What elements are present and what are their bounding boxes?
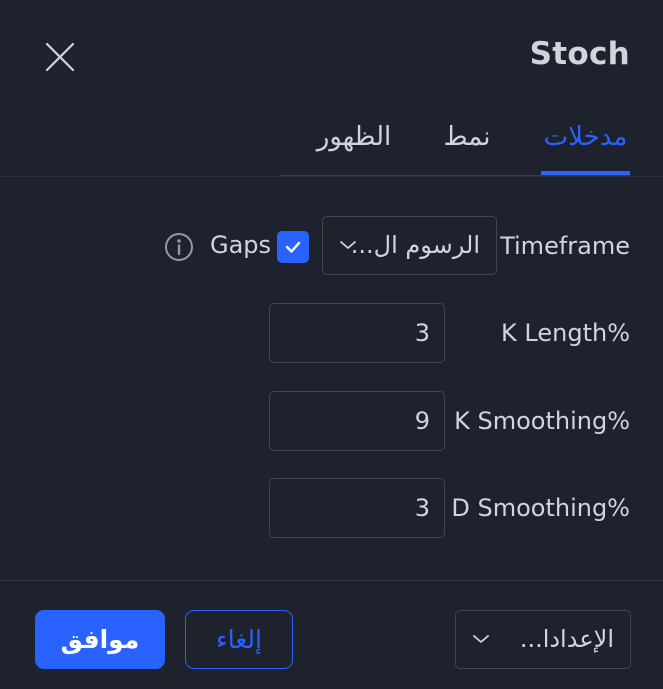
footer-divider	[0, 580, 663, 581]
header-divider	[0, 176, 663, 177]
d-smoothing-input[interactable]	[269, 478, 445, 538]
timeframe-value: الرسوم ال...	[350, 231, 480, 259]
gaps-checkbox[interactable]	[277, 231, 309, 263]
close-button[interactable]	[40, 37, 80, 77]
defaults-value: الإعدادا...	[519, 625, 614, 653]
checkmark-icon	[285, 241, 301, 253]
cancel-button[interactable]: إلغاء	[185, 610, 293, 669]
ok-button[interactable]: موافق	[35, 610, 165, 669]
tab-bar: مدخلات نمط الظهور	[280, 118, 630, 176]
tab-inputs[interactable]: مدخلات	[541, 118, 630, 176]
dialog-title: Stoch	[529, 36, 630, 72]
gaps-label: Gaps	[210, 231, 272, 259]
tab-style[interactable]: نمط	[441, 118, 493, 176]
defaults-select[interactable]: الإعدادا...	[455, 610, 631, 669]
timeframe-select[interactable]: الرسوم ال...	[322, 216, 497, 275]
k-smoothing-label: K Smoothing%	[454, 407, 630, 435]
timeframe-label: Timeframe	[500, 232, 630, 260]
info-icon[interactable]	[163, 231, 195, 263]
indicator-settings-dialog: Stoch مدخلات نمط الظهور Timeframe الرسوم…	[0, 0, 663, 689]
close-icon	[45, 42, 75, 72]
tab-visibility[interactable]: الظهور	[313, 118, 395, 176]
k-length-label: K Length%	[501, 319, 630, 347]
chevron-down-icon	[473, 635, 489, 643]
k-length-input[interactable]	[269, 303, 445, 363]
k-smoothing-input[interactable]	[269, 391, 445, 451]
d-smoothing-label: D Smoothing%	[451, 494, 630, 522]
